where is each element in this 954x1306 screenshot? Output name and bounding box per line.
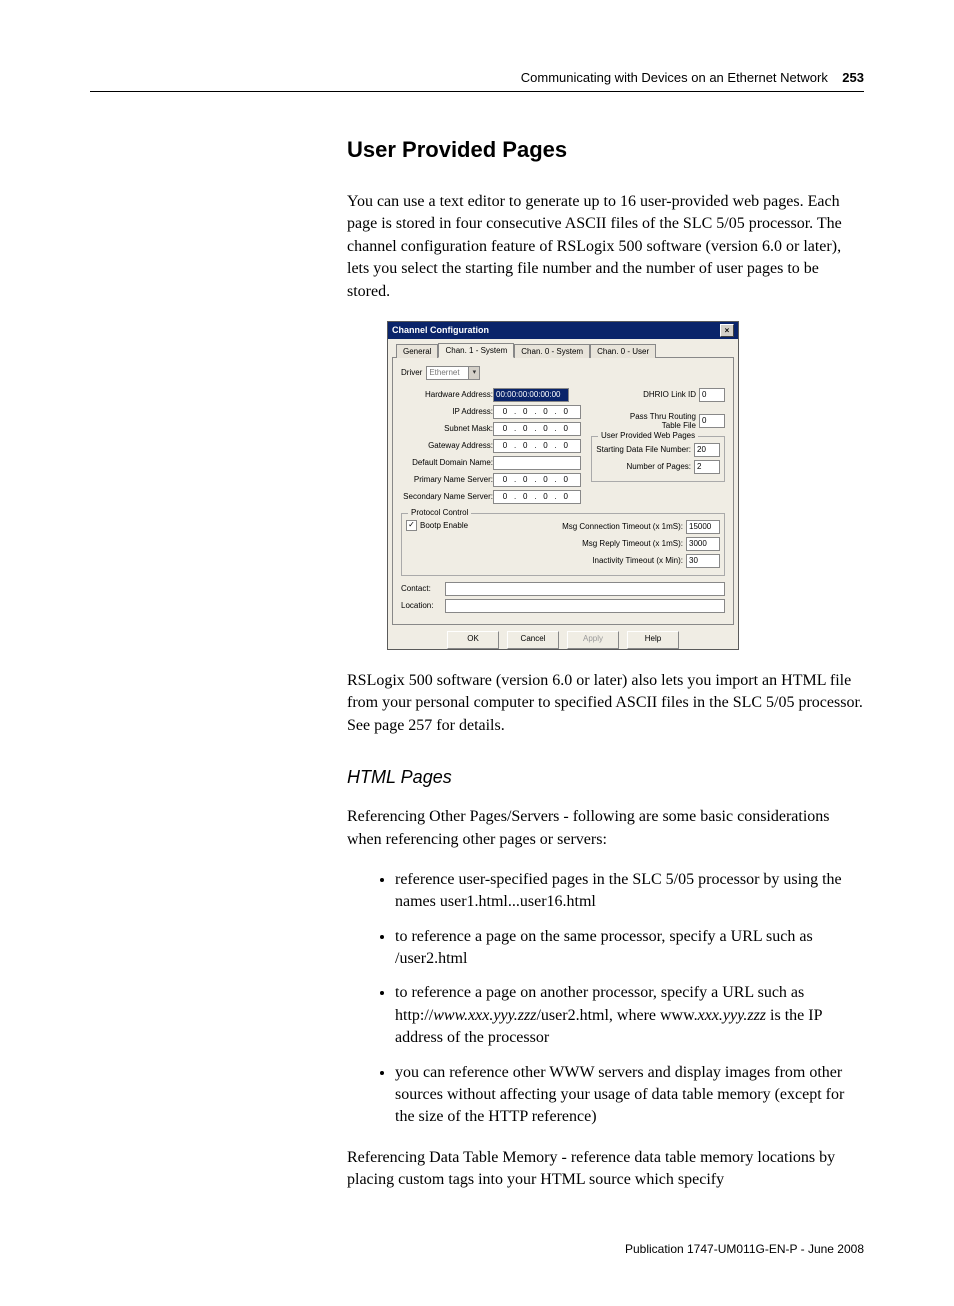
header-section: Communicating with Devices on an Etherne…: [521, 70, 828, 85]
start-file-field[interactable]: 20: [694, 443, 720, 457]
bullet-item: to reference a page on the same processo…: [395, 926, 864, 971]
bootp-checkbox[interactable]: ✓: [406, 520, 417, 531]
subnet-field[interactable]: 0.0.0.0: [493, 422, 581, 436]
html-pages-subhead: HTML Pages: [347, 767, 864, 788]
page-number: 253: [842, 70, 864, 85]
location-field[interactable]: [445, 599, 725, 613]
tab-chan0-system[interactable]: Chan. 0 - System: [514, 344, 590, 358]
dhrio-field[interactable]: 0: [699, 388, 725, 402]
passthru-label: Pass Thru Routing Table File: [626, 412, 696, 430]
pns-label: Primary Name Server:: [401, 475, 493, 484]
inactivity-label: Inactivity Timeout (x Min):: [592, 556, 683, 565]
gateway-field[interactable]: 0.0.0.0: [493, 439, 581, 453]
subnet-label: Subnet Mask:: [401, 424, 493, 433]
tab-chan1-system[interactable]: Chan. 1 - System: [438, 343, 514, 358]
num-pages-label: Number of Pages:: [627, 462, 691, 471]
help-button[interactable]: Help: [627, 631, 679, 649]
tab-general[interactable]: General: [396, 344, 438, 358]
hw-addr-field[interactable]: 00:00:00:00:00:00: [493, 388, 569, 402]
ok-button[interactable]: OK: [447, 631, 499, 649]
contact-field[interactable]: [445, 582, 725, 596]
bullet-item: to reference a page on another processor…: [395, 982, 864, 1049]
driver-label: Driver: [401, 368, 422, 377]
msg-reply-field[interactable]: 3000: [686, 537, 720, 551]
sns-field[interactable]: 0.0.0.0: [493, 490, 581, 504]
tab-chan0-user[interactable]: Chan. 0 - User: [590, 344, 656, 358]
passthru-field[interactable]: 0: [699, 414, 725, 428]
close-icon[interactable]: ×: [720, 324, 734, 337]
protocol-group-title: Protocol Control: [408, 508, 471, 517]
start-file-label: Starting Data File Number:: [596, 445, 691, 454]
running-header: Communicating with Devices on an Etherne…: [90, 70, 864, 85]
para-data-table: Referencing Data Table Memory - referenc…: [347, 1147, 864, 1192]
dhrio-label: DHRIO Link ID: [643, 390, 696, 399]
domain-field[interactable]: [493, 456, 581, 470]
reference-bullets: reference user-specified pages in the SL…: [347, 869, 864, 1129]
msg-conn-field[interactable]: 15000: [686, 520, 720, 534]
pns-field[interactable]: 0.0.0.0: [493, 473, 581, 487]
inactivity-field[interactable]: 30: [686, 554, 720, 568]
num-pages-field[interactable]: 2: [694, 460, 720, 474]
msg-conn-label: Msg Connection Timeout (x 1mS):: [562, 522, 683, 531]
publication-footer: Publication 1747-UM011G-EN-P - June 2008: [90, 1242, 864, 1256]
contact-label: Contact:: [401, 584, 445, 593]
domain-label: Default Domain Name:: [401, 458, 493, 467]
channel-config-figure: Channel Configuration × General Chan. 1 …: [387, 321, 864, 650]
protocol-control-group: Protocol Control ✓ Bootp Enable Msg C: [401, 513, 725, 576]
bootp-label: Bootp Enable: [420, 521, 468, 530]
hw-addr-label: Hardware Address:: [401, 390, 493, 399]
ip-field[interactable]: 0.0.0.0: [493, 405, 581, 419]
tab-strip: General Chan. 1 - System Chan. 0 - Syste…: [388, 339, 738, 357]
intro-paragraph: You can use a text editor to generate up…: [347, 191, 864, 303]
bullet-item: you can reference other WWW servers and …: [395, 1062, 864, 1129]
channel-config-dialog: Channel Configuration × General Chan. 1 …: [387, 321, 739, 650]
header-rule: [90, 91, 864, 92]
dialog-buttons: OK Cancel Apply Help: [388, 631, 738, 649]
ip-label: IP Address:: [401, 407, 493, 416]
driver-combo[interactable]: Ethernet: [426, 366, 480, 380]
tab-body: Driver Ethernet Hardware Address: 00:00:…: [392, 357, 734, 625]
user-pages-group: User Provided Web Pages Starting Data Fi…: [591, 436, 725, 482]
dialog-titlebar: Channel Configuration ×: [388, 322, 738, 339]
para-import: RSLogix 500 software (version 6.0 or lat…: [347, 670, 864, 737]
user-pages-group-title: User Provided Web Pages: [598, 431, 698, 440]
msg-reply-label: Msg Reply Timeout (x 1mS):: [582, 539, 683, 548]
location-label: Location:: [401, 601, 445, 610]
cancel-button[interactable]: Cancel: [507, 631, 559, 649]
dialog-title: Channel Configuration: [392, 325, 489, 335]
sns-label: Secondary Name Server:: [401, 492, 493, 501]
apply-button[interactable]: Apply: [567, 631, 619, 649]
para-ref-intro: Referencing Other Pages/Servers - follow…: [347, 806, 864, 851]
bullet-item: reference user-specified pages in the SL…: [395, 869, 864, 914]
page-heading: User Provided Pages: [347, 137, 864, 163]
gateway-label: Gateway Address:: [401, 441, 493, 450]
